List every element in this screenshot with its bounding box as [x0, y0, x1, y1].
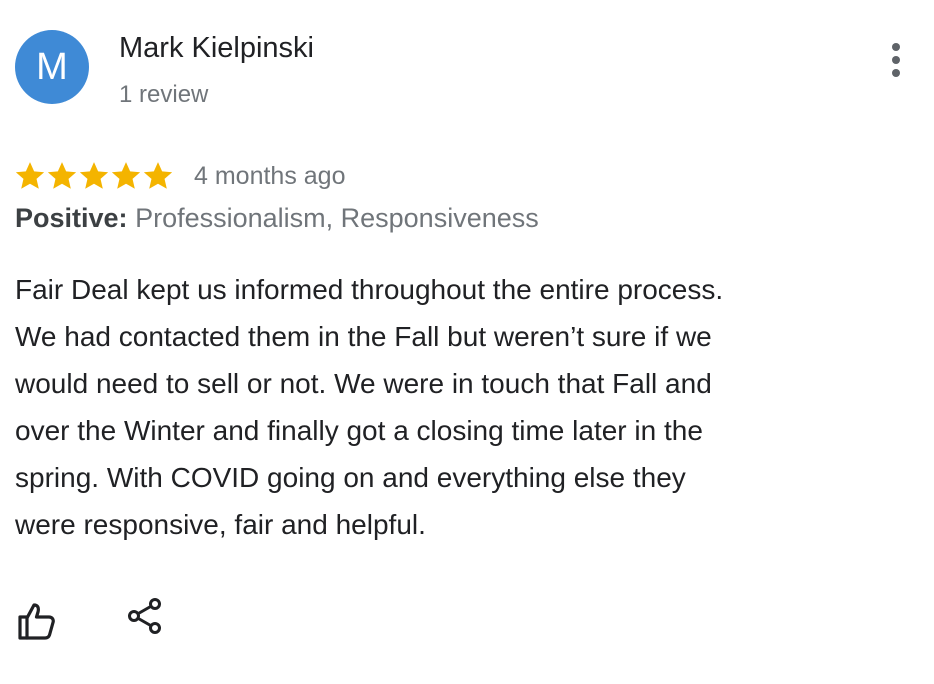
- star-icon: [15, 162, 45, 189]
- more-vert-icon: [892, 43, 900, 51]
- star-rating: [14, 160, 174, 192]
- star-icon: [79, 162, 109, 189]
- review-time: 4 months ago: [194, 162, 346, 190]
- review-text-line: would need to sell or not. We were in to…: [15, 368, 712, 399]
- review-count[interactable]: 1 review: [119, 80, 208, 110]
- reviewer-name[interactable]: Mark Kielpinski: [119, 30, 314, 66]
- share-icon: [128, 598, 161, 634]
- highlight-values: Professionalism, Responsiveness: [135, 203, 539, 233]
- star-icon: [111, 162, 141, 189]
- review-highlights: Positive: Professionalism, Responsivenes…: [15, 200, 539, 236]
- thumbs-up-icon: [18, 603, 55, 640]
- star-icon: [143, 162, 173, 189]
- share-button[interactable]: [124, 596, 168, 640]
- more-options-button[interactable]: [880, 40, 912, 80]
- rating-row: 4 months ago: [14, 158, 346, 194]
- review-text-line: over the Winter and finally got a closin…: [15, 415, 703, 446]
- avatar[interactable]: M: [15, 30, 89, 104]
- review-text-line: spring. With COVID going on and everythi…: [15, 462, 686, 493]
- like-button[interactable]: [14, 598, 58, 642]
- review-text-line: were responsive, fair and helpful.: [15, 509, 426, 540]
- review-text-line: We had contacted them in the Fall but we…: [15, 321, 712, 352]
- highlight-label: Positive:: [15, 203, 128, 233]
- review-text: Fair Deal kept us informed throughout th…: [15, 266, 895, 548]
- review-text-line: Fair Deal kept us informed throughout th…: [15, 274, 724, 305]
- star-icon: [47, 162, 77, 189]
